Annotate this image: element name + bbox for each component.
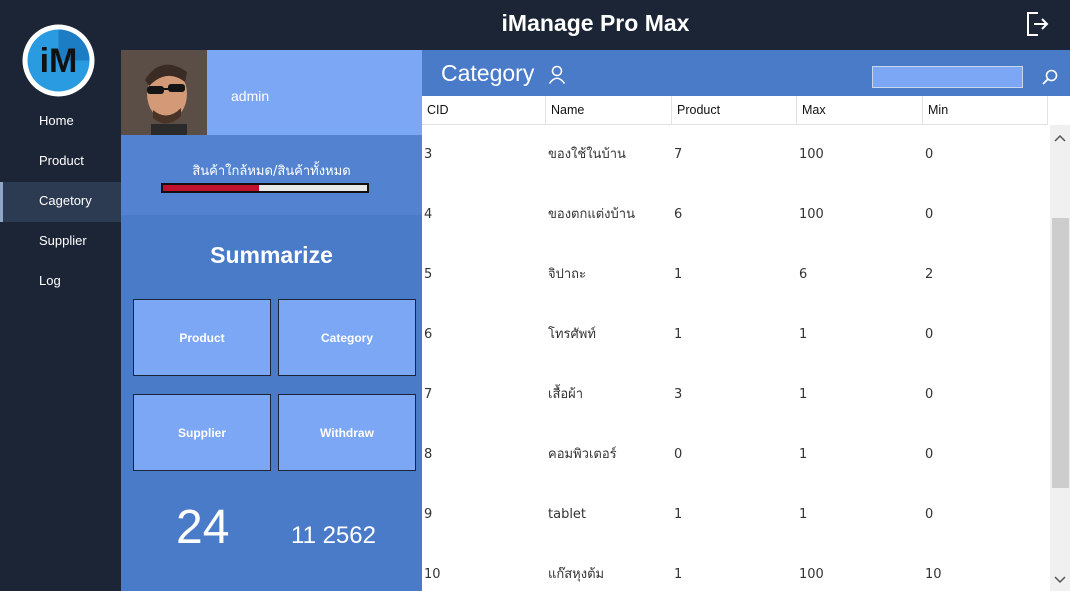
cell-min: 10: [925, 567, 942, 582]
column-header-min[interactable]: Min: [923, 96, 1048, 125]
cell-min: 0: [925, 387, 934, 402]
table-body: 3 ของใช้ในบ้าน 7 100 0 4 ของตกแต่งบ้าน 6 100 0 5 จิ…: [422, 125, 1048, 591]
cell-min: 2: [925, 267, 934, 282]
user-icon: [548, 65, 566, 84]
cell-max: 6: [799, 267, 808, 282]
sidebar-item-home[interactable]: Home: [0, 102, 121, 142]
column-header-max[interactable]: Max: [797, 96, 923, 125]
stock-status: สินค้าใกล้หมด/สินค้าทั้งหมด: [121, 135, 422, 215]
table-row[interactable]: 9 tablet 1 1 0: [422, 485, 1048, 545]
table-header: CID Name Product Max Min: [422, 96, 1048, 125]
stock-progress-fill: [163, 185, 259, 191]
column-header-product[interactable]: Product: [672, 96, 797, 125]
cell-min: 0: [925, 147, 934, 162]
cell-cid: 7: [424, 387, 433, 402]
cell-product: 0: [674, 447, 683, 462]
profile-header: admin: [121, 50, 422, 135]
summary-category-button[interactable]: Category: [278, 299, 416, 376]
cell-product: 1: [674, 507, 683, 522]
sidebar-item-cagetory[interactable]: Cagetory: [0, 182, 121, 222]
cell-min: 0: [925, 507, 934, 522]
summary-title: Summarize: [210, 242, 333, 268]
scroll-thumb[interactable]: [1052, 218, 1069, 488]
cell-min: 0: [925, 207, 934, 222]
sidebar: iM Home Product Cagetory Supplier Log: [0, 0, 121, 591]
vertical-scrollbar[interactable]: [1050, 125, 1070, 591]
app-logo: iM: [22, 24, 95, 97]
cell-max: 1: [799, 387, 808, 402]
column-header-name[interactable]: Name: [546, 96, 672, 125]
table-row[interactable]: 10 แก๊สหุงต้ม 1 100 10: [422, 545, 1048, 591]
title-bar: iManage Pro Max: [121, 0, 1070, 50]
cell-name: โทรศัพท์: [548, 327, 596, 342]
cell-name: แก๊สหุงต้ม: [548, 567, 605, 582]
cell-product: 1: [674, 567, 683, 582]
cell-cid: 4: [424, 207, 433, 222]
cell-cid: 10: [424, 567, 441, 582]
summary-product-button[interactable]: Product: [133, 299, 271, 376]
cell-name: จิปาถะ: [548, 267, 587, 282]
logout-icon[interactable]: [1024, 10, 1050, 38]
cell-name: คอมพิวเตอร์: [548, 447, 617, 462]
cell-name: ของใช้ในบ้าน: [548, 147, 626, 162]
summary-withdraw-button[interactable]: Withdraw: [278, 394, 416, 471]
cell-min: 0: [925, 447, 934, 462]
cell-cid: 5: [424, 267, 433, 282]
cell-max: 1: [799, 447, 808, 462]
cell-name: ของตกแต่งบ้าน: [548, 207, 635, 222]
date-month-year: 11 2562: [291, 522, 376, 549]
cell-max: 100: [799, 147, 824, 162]
app-title: iManage Pro Max: [501, 10, 690, 36]
scroll-down-icon[interactable]: [1050, 571, 1070, 587]
table-row[interactable]: 3 ของใช้ในบ้าน 7 100 0: [422, 125, 1048, 185]
table-row[interactable]: 5 จิปาถะ 1 6 2: [422, 245, 1048, 305]
table-row[interactable]: 4 ของตกแต่งบ้าน 6 100 0: [422, 185, 1048, 245]
summary-supplier-button[interactable]: Supplier: [133, 394, 271, 471]
username: admin: [231, 88, 270, 104]
sidebar-nav: Home Product Cagetory Supplier Log: [0, 102, 121, 302]
table-row[interactable]: 7 เสื้อผ้า 3 1 0: [422, 365, 1048, 425]
cell-product: 1: [674, 327, 683, 342]
cell-max: 100: [799, 567, 824, 582]
sidebar-item-supplier[interactable]: Supplier: [0, 222, 121, 262]
main-content: Category CID Name Product Max Min 3 ของใช้ในบ…: [422, 50, 1070, 591]
cell-product: 6: [674, 207, 683, 222]
cell-cid: 8: [424, 447, 433, 462]
cell-name: เสื้อผ้า: [548, 387, 584, 402]
sidebar-item-log[interactable]: Log: [0, 262, 121, 302]
search-icon[interactable]: [1041, 68, 1059, 86]
cell-name: tablet: [548, 507, 587, 522]
cell-cid: 9: [424, 507, 433, 522]
avatar: [121, 50, 207, 135]
cell-cid: 6: [424, 327, 433, 342]
cell-min: 0: [925, 327, 934, 342]
column-header-cid[interactable]: CID: [422, 96, 546, 125]
date-day: 24: [176, 501, 230, 554]
search-input[interactable]: [872, 66, 1023, 88]
stock-progress-bar: [161, 183, 369, 193]
profile-panel: admin สินค้าใกล้หมด/สินค้าทั้งหมด Summar…: [121, 50, 422, 591]
page-title: Category: [441, 60, 535, 86]
cell-product: 7: [674, 147, 683, 162]
table-row[interactable]: 6 โทรศัพท์ 1 1 0: [422, 305, 1048, 365]
cell-product: 3: [674, 387, 683, 402]
content-header: Category: [422, 50, 1070, 96]
cell-max: 1: [799, 327, 808, 342]
scroll-up-icon[interactable]: [1050, 131, 1070, 147]
category-table: CID Name Product Max Min 3 ของใช้ในบ้าน 7 100 0 4…: [422, 96, 1070, 591]
logo-text: iM: [40, 42, 78, 80]
cell-product: 1: [674, 267, 683, 282]
table-row[interactable]: 8 คอมพิวเตอร์ 0 1 0: [422, 425, 1048, 485]
cell-max: 1: [799, 507, 808, 522]
stock-label: สินค้าใกล้หมด/สินค้าทั้งหมด: [192, 164, 351, 179]
sidebar-item-product[interactable]: Product: [0, 142, 121, 182]
cell-cid: 3: [424, 147, 433, 162]
cell-max: 100: [799, 207, 824, 222]
